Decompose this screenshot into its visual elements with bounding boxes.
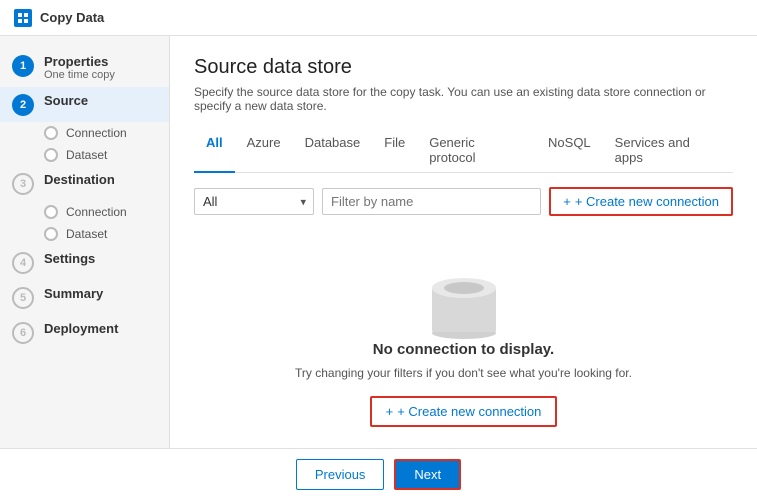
page-title: Source data store (194, 56, 733, 79)
tab-generic-protocol[interactable]: Generic protocol (417, 129, 536, 173)
tab-database[interactable]: Database (293, 129, 373, 173)
sidebar: 1 Properties One time copy 2 Source Conn… (0, 36, 170, 448)
plus-icon-center: + (386, 404, 394, 419)
step-circle-1: 1 (12, 55, 34, 77)
step-circle-5: 5 (12, 287, 34, 309)
next-button[interactable]: Next (394, 459, 461, 490)
source-connection-label: Connection (66, 126, 127, 140)
previous-button[interactable]: Previous (296, 459, 385, 490)
sidebar-item-destination[interactable]: 3 Destination (0, 166, 169, 201)
step-label-settings: Settings (44, 251, 95, 266)
sidebar-item-source[interactable]: 2 Source (0, 87, 169, 122)
step-label-source: Source (44, 93, 88, 108)
tab-nosql[interactable]: NoSQL (536, 129, 603, 173)
destination-dataset-item[interactable]: Dataset (44, 223, 169, 245)
step-circle-3: 3 (12, 173, 34, 195)
step-label-summary: Summary (44, 286, 103, 301)
source-connection-item[interactable]: Connection (44, 122, 169, 144)
empty-description: Try changing your filters if you don't s… (295, 366, 632, 380)
tab-file[interactable]: File (372, 129, 417, 173)
sidebar-item-deployment[interactable]: 6 Deployment (0, 315, 169, 350)
step-label-properties: Properties (44, 54, 115, 69)
source-subitems: Connection Dataset (0, 122, 169, 166)
page-description: Specify the source data store for the co… (194, 85, 733, 113)
create-new-connection-button-top[interactable]: + + Create new connection (549, 187, 733, 216)
create-new-connection-button-center[interactable]: + + Create new connection (370, 396, 558, 427)
app-title: Copy Data (40, 10, 104, 25)
app-icon (14, 9, 32, 27)
tab-azure[interactable]: Azure (235, 129, 293, 173)
empty-state: No connection to display. Try changing y… (194, 236, 733, 447)
source-dataset-label: Dataset (66, 148, 107, 162)
filter-select-wrapper: All Azure Database File (194, 188, 314, 215)
destination-connection-item[interactable]: Connection (44, 201, 169, 223)
tab-services-apps[interactable]: Services and apps (603, 129, 733, 173)
step-label-deployment: Deployment (44, 321, 118, 336)
bottom-bar: Previous Next (0, 448, 757, 500)
step-circle-2: 2 (12, 94, 34, 116)
filter-input[interactable] (322, 188, 541, 215)
filter-row: All Azure Database File + + Create new c… (194, 187, 733, 216)
step-sub-properties: One time copy (44, 69, 115, 81)
sidebar-item-settings[interactable]: 4 Settings (0, 245, 169, 280)
destination-connection-dot (44, 205, 58, 219)
plus-icon-top: + (563, 194, 571, 209)
step-circle-4: 4 (12, 252, 34, 274)
source-connection-dot (44, 126, 58, 140)
destination-connection-label: Connection (66, 205, 127, 219)
destination-subitems: Connection Dataset (0, 201, 169, 245)
empty-title: No connection to display. (373, 341, 554, 358)
source-dataset-dot (44, 148, 58, 162)
database-icon (419, 266, 509, 341)
step-circle-6: 6 (12, 322, 34, 344)
tab-all[interactable]: All (194, 129, 235, 173)
filter-select[interactable]: All Azure Database File (194, 188, 314, 215)
top-bar: Copy Data (0, 0, 757, 36)
sidebar-item-summary[interactable]: 5 Summary (0, 280, 169, 315)
step-label-destination: Destination (44, 172, 115, 187)
create-new-connection-label-top: + Create new connection (575, 194, 719, 209)
destination-dataset-label: Dataset (66, 227, 107, 241)
tab-bar: All Azure Database File Generic protocol… (194, 129, 733, 173)
sidebar-item-properties[interactable]: 1 Properties One time copy (0, 48, 169, 87)
source-dataset-item[interactable]: Dataset (44, 144, 169, 166)
main-content: Source data store Specify the source dat… (170, 36, 757, 448)
destination-dataset-dot (44, 227, 58, 241)
create-new-connection-label-center: + Create new connection (397, 404, 541, 419)
